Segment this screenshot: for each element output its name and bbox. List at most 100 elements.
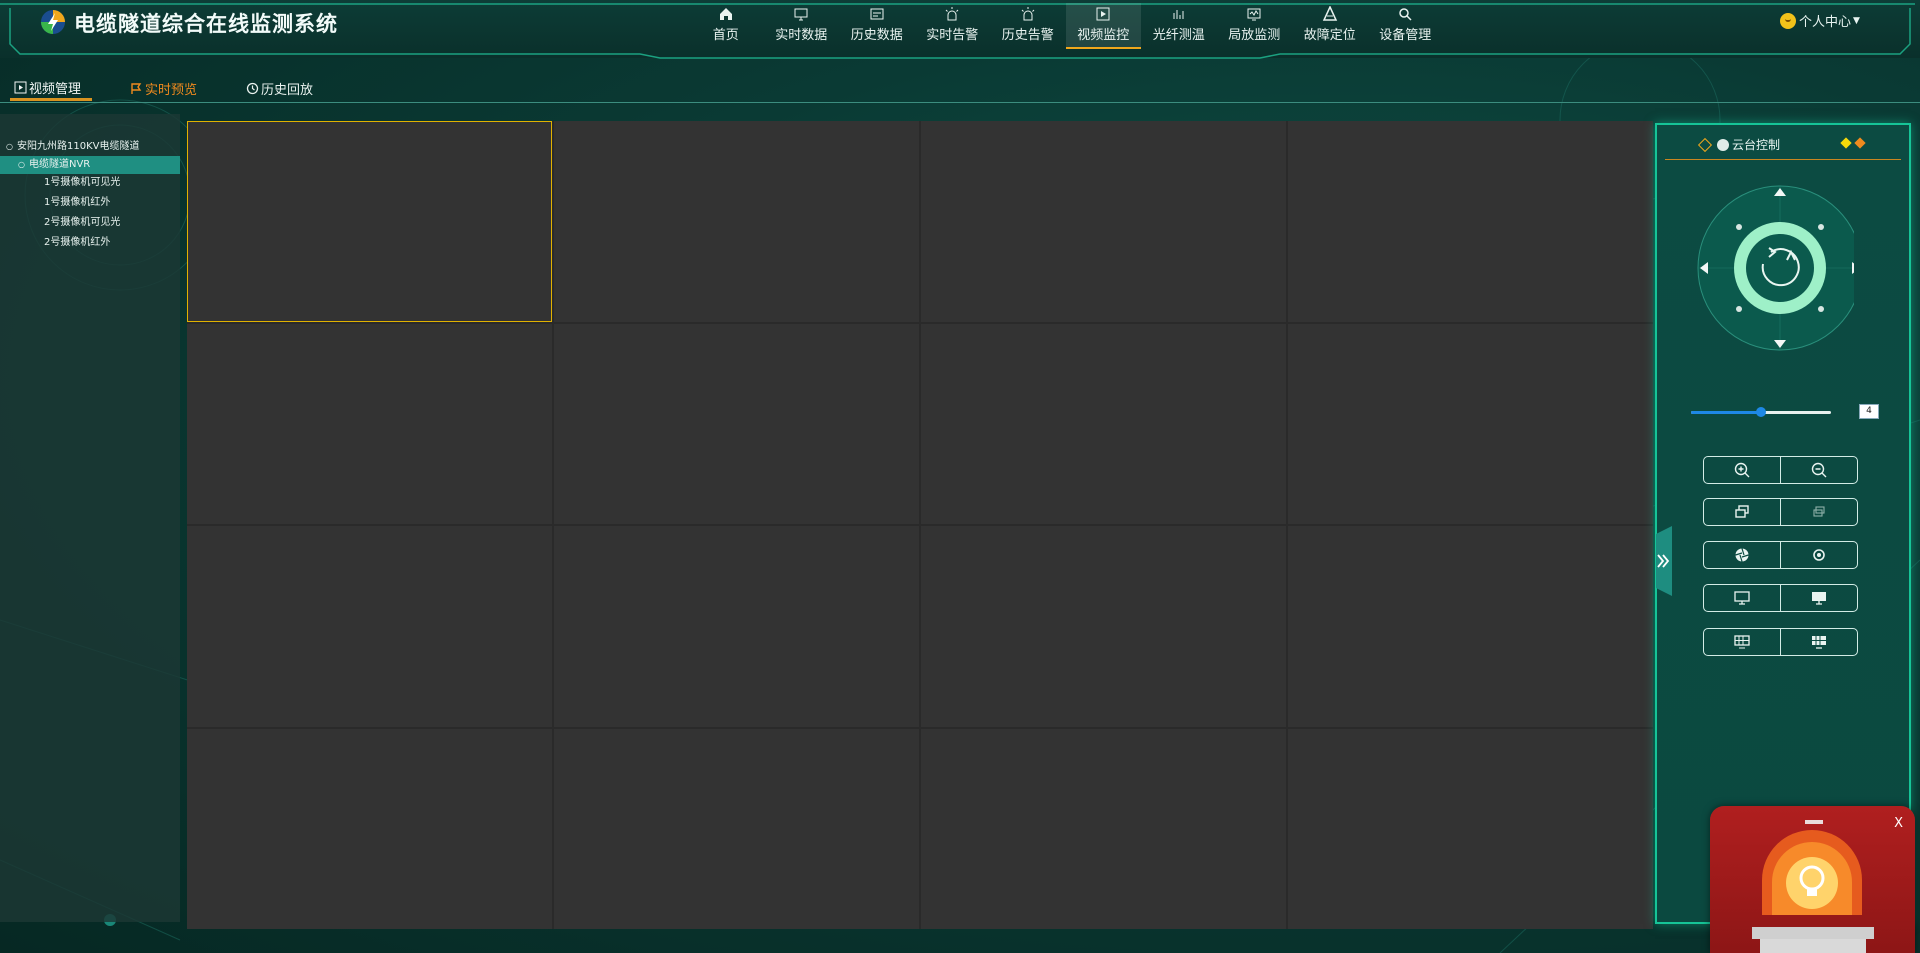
aperture-small-icon — [1813, 549, 1825, 561]
video-cell[interactable] — [554, 323, 919, 524]
ptz-right-button[interactable] — [1852, 262, 1854, 274]
nav-item-partial-discharge[interactable]: 局放监测 — [1217, 3, 1293, 49]
tab-label: 视频管理 — [29, 81, 82, 97]
tab-history-playback[interactable]: 历史回放 — [246, 76, 313, 101]
screen-single-button[interactable] — [1704, 585, 1780, 611]
device-search-icon — [1399, 8, 1412, 21]
video-cell[interactable] — [554, 121, 919, 322]
nav-label: 首页 — [712, 28, 739, 43]
ptz-downleft-dot[interactable] — [1736, 306, 1742, 312]
flag-icon — [131, 83, 142, 94]
focus-far-button[interactable] — [1780, 499, 1857, 525]
user-center-label: 个人中心 — [1799, 15, 1852, 30]
user-avatar-icon — [1780, 12, 1796, 29]
screen-filled-icon — [1812, 592, 1826, 605]
tree-node-nvr[interactable]: ○ 电缆隧道NVR — [0, 156, 180, 174]
video-cell[interactable] — [1288, 121, 1653, 322]
logo-icon — [41, 10, 65, 34]
ptz-upleft-dot[interactable] — [1736, 224, 1742, 230]
nav-label: 实时告警 — [926, 28, 979, 43]
iris-button-group — [1703, 541, 1858, 569]
tree-node-label: 安阳九州路110KV电缆隧道 — [16, 141, 140, 152]
video-cell[interactable] — [1288, 526, 1653, 727]
panel-collapse-tab[interactable] — [1652, 526, 1672, 596]
diamond-icon — [1697, 137, 1713, 152]
video-cell[interactable] — [187, 526, 552, 727]
focus-near-button[interactable] — [1704, 499, 1780, 525]
nav-item-home[interactable]: 首页 — [688, 3, 764, 49]
expand-toggle-icon: ○ — [18, 160, 25, 169]
zoom-out-button[interactable] — [1780, 457, 1857, 483]
tree-node-camera[interactable]: 2号摄像机可见光 — [44, 214, 120, 232]
video-cell[interactable] — [921, 728, 1286, 929]
focus-button-group — [1703, 498, 1858, 526]
nav-item-realtime-data[interactable]: 实时数据 — [764, 3, 840, 49]
ptz-joystick — [1697, 185, 1854, 351]
alarm-light-icon — [1021, 7, 1035, 21]
ptz-control-panel: 云台控制 — [1655, 123, 1911, 924]
video-cell[interactable] — [554, 526, 919, 727]
aperture-icon — [1735, 548, 1749, 562]
tab-live-preview[interactable]: 实时预览 — [130, 76, 197, 101]
nav-item-device-manage[interactable]: 设备管理 — [1368, 3, 1444, 49]
monitor-icon — [794, 8, 808, 21]
layout-multi-button[interactable] — [1780, 629, 1857, 655]
tab-video-manage[interactable]: 视频管理 — [10, 76, 92, 101]
orange-diamond-icon — [1854, 137, 1866, 149]
top-header: 电缆隧道综合在线监测系统 首页 实时数据 历史数据 实时告警 历史告警 视频监控 — [0, 0, 1920, 59]
video-cell[interactable] — [187, 323, 552, 524]
iris-close-button[interactable] — [1780, 542, 1857, 568]
nav-item-realtime-alarm[interactable]: 实时告警 — [915, 3, 991, 49]
sub-tab-bar: 视频管理 实时预览 历史回放 — [0, 76, 1920, 103]
yellow-diamond-icon — [1840, 137, 1852, 149]
ptz-header-divider — [1665, 159, 1901, 160]
slider-fill — [1691, 411, 1761, 414]
tree-node-camera[interactable]: 1号摄像机可见光 — [44, 174, 120, 192]
tab-label: 实时预览 — [145, 83, 198, 98]
layout-grid-button[interactable] — [1704, 629, 1780, 655]
alarm-siren-icon — [1752, 820, 1874, 953]
tree-node-camera[interactable]: 1号摄像机红外 — [44, 194, 110, 212]
video-cell[interactable] — [921, 323, 1286, 524]
ptz-speed-slider[interactable] — [1691, 407, 1831, 417]
home-icon — [719, 8, 732, 20]
nav-item-video-monitor[interactable]: 视频监控 — [1065, 3, 1141, 49]
ptz-upright-dot[interactable] — [1818, 224, 1824, 230]
video-cell[interactable] — [921, 121, 1286, 322]
alarm-popup: X — [1710, 806, 1915, 953]
video-cell[interactable] — [1288, 728, 1653, 929]
nav-item-history-alarm[interactable]: 历史告警 — [990, 3, 1066, 49]
tree-node-camera[interactable]: 2号摄像机红外 — [44, 234, 110, 252]
user-center-menu[interactable]: 个人中心 ▼ — [1780, 11, 1860, 30]
nav-item-fiber-temp[interactable]: 光纤测温 — [1141, 3, 1217, 49]
video-cell[interactable] — [1288, 323, 1653, 524]
nav-label: 故障定位 — [1303, 28, 1356, 43]
nav-item-fault-location[interactable]: 故障定位 — [1292, 3, 1368, 49]
ptz-downright-dot[interactable] — [1818, 306, 1824, 312]
video-cell[interactable] — [554, 728, 919, 929]
nav-label: 历史数据 — [850, 28, 903, 43]
iris-open-button[interactable] — [1704, 542, 1780, 568]
slider-thumb[interactable] — [1756, 407, 1766, 417]
screen-full-button[interactable] — [1780, 585, 1857, 611]
alarm-close-button[interactable]: X — [1894, 816, 1903, 831]
video-cell[interactable] — [187, 121, 552, 322]
video-cell[interactable] — [187, 728, 552, 929]
alarm-light-icon — [945, 7, 959, 21]
video-grid — [187, 121, 1653, 929]
window-back-icon — [1813, 506, 1825, 517]
ptz-gear-icon — [1717, 138, 1729, 151]
nav-item-history-data[interactable]: 历史数据 — [839, 3, 915, 49]
video-cell[interactable] — [921, 526, 1286, 727]
nav-label: 局放监测 — [1228, 28, 1281, 43]
nav-label: 光纤测温 — [1152, 28, 1205, 43]
zoom-in-icon — [1734, 462, 1750, 478]
tree-node-root[interactable]: ○ 安阳九州路110KV电缆隧道 — [6, 138, 139, 156]
nav-label: 设备管理 — [1379, 28, 1432, 43]
nav-label: 视频监控 — [1077, 28, 1130, 43]
layout-button-group — [1703, 628, 1858, 656]
multi-screen-icon — [1812, 636, 1826, 649]
device-tree-panel: ○ 安阳九州路110KV电缆隧道 ○ 电缆隧道NVR 1号摄像机可见光 1号摄像机红… — [0, 114, 180, 922]
main-nav: 首页 实时数据 历史数据 实时告警 历史告警 视频监控 光纤测温 局放监测 故障… — [688, 3, 1443, 51]
zoom-in-button[interactable] — [1704, 457, 1780, 483]
